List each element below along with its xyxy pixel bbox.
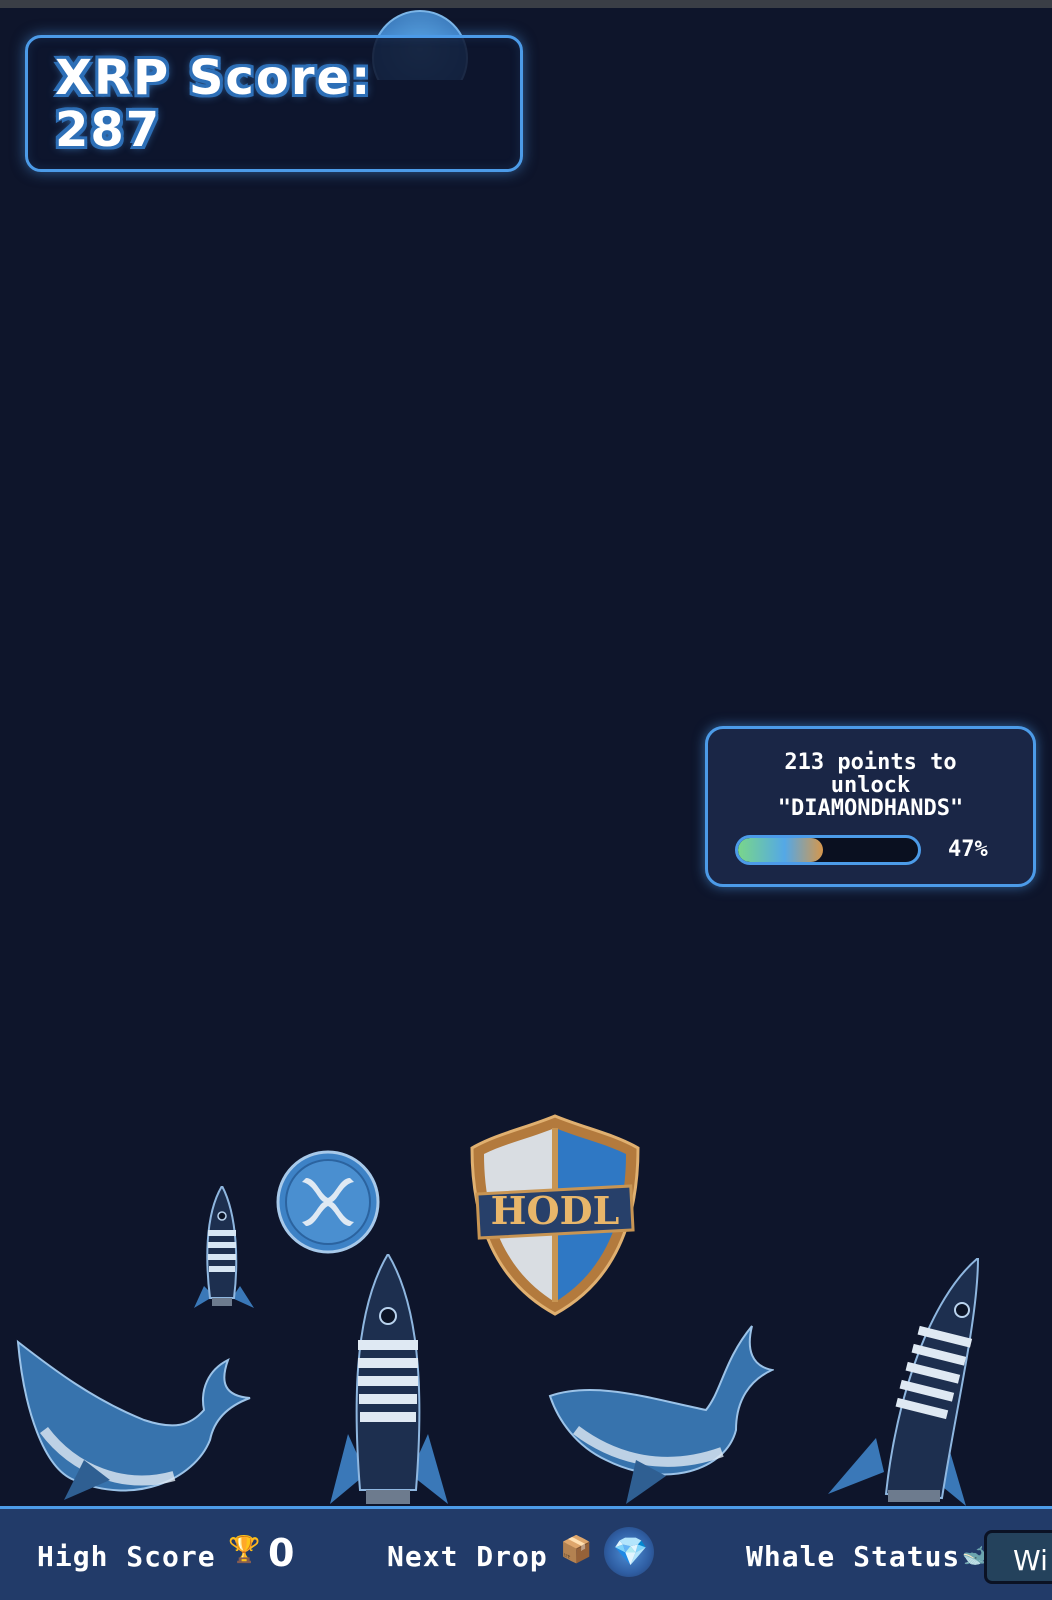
trophy-icon: 🏆 bbox=[228, 1535, 261, 1565]
rocket-sprite-right bbox=[828, 1258, 980, 1506]
high-score-label: High Score bbox=[37, 1540, 216, 1573]
score-panel: XRP Score: 287 bbox=[25, 35, 523, 172]
xrp-coin-sprite bbox=[276, 1150, 380, 1254]
unlock-progress-fill bbox=[738, 838, 823, 862]
next-drop-item: 💎 bbox=[604, 1527, 654, 1577]
score-label: XRP Score: bbox=[55, 50, 373, 106]
unlock-line-3: "DIAMONDHANDS" bbox=[777, 796, 964, 821]
rocket-sprite-center bbox=[330, 1254, 448, 1504]
window-top-strip bbox=[0, 0, 1052, 8]
whale-sprite-left bbox=[16, 1339, 251, 1500]
unlock-progress-panel: 213 points to unlock "DIAMONDHANDS" 47% bbox=[705, 726, 1036, 887]
gem-icon: 💎 bbox=[613, 1535, 648, 1568]
unlock-line-2: unlock bbox=[830, 773, 911, 798]
bottom-status-bar: High Score 🏆 0 Next Drop 📦 💎 Whale Statu… bbox=[0, 1509, 1052, 1600]
score-value: 287 bbox=[55, 102, 162, 158]
next-drop-label: Next Drop bbox=[387, 1540, 548, 1573]
score-text: XRP Score: 287 bbox=[55, 52, 485, 156]
small-rocket-sprite bbox=[194, 1186, 254, 1308]
whale-status-value: Wi bbox=[984, 1530, 1052, 1584]
unlock-progress-percent: 47% bbox=[948, 837, 988, 862]
unlock-line-1: 213 points to bbox=[784, 750, 957, 775]
whale-status-label: Whale Status bbox=[746, 1540, 961, 1573]
unlock-progress-bar bbox=[735, 835, 921, 865]
whale-sprite-right bbox=[548, 1325, 774, 1504]
unlock-message: 213 points to unlock "DIAMONDHANDS" bbox=[708, 751, 1033, 820]
hodl-shield-sprite: HODL bbox=[470, 1114, 640, 1316]
high-score-value: 0 bbox=[268, 1531, 295, 1575]
shield-label: HODL bbox=[491, 1188, 620, 1233]
package-icon: 📦 bbox=[560, 1535, 593, 1565]
